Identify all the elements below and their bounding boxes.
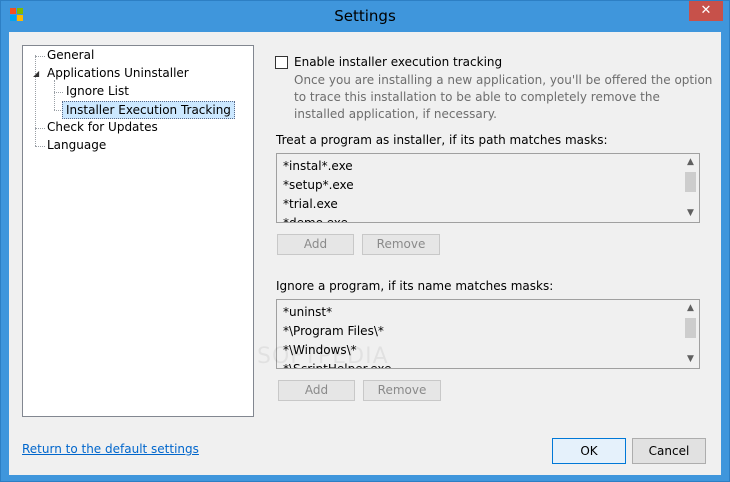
- ignore-masks-label: Ignore a program, if its name matches ma…: [276, 279, 554, 293]
- tree-line: [54, 80, 55, 110]
- ok-button[interactable]: OK: [552, 438, 626, 464]
- softpedia-watermark: SOFTPEDIA: [257, 344, 389, 369]
- list-item[interactable]: *instal*.exe: [283, 157, 354, 176]
- installer-masks-label: Treat a program as installer, if its pat…: [276, 133, 608, 147]
- settings-tree[interactable]: ◢ General Applications Uninstaller Ignor…: [22, 45, 254, 417]
- tree-item-general[interactable]: General: [44, 47, 97, 65]
- enable-tracking-label[interactable]: Enable installer execution tracking: [294, 55, 502, 69]
- tree-item-check-for-updates[interactable]: Check for Updates: [44, 119, 161, 137]
- list-item[interactable]: *uninst*: [283, 303, 392, 322]
- reset-defaults-link[interactable]: Return to the default settings: [22, 442, 199, 456]
- tree-line: [54, 92, 63, 93]
- dialog-client-area: ◢ General Applications Uninstaller Ignor…: [9, 32, 721, 475]
- tree-item-language[interactable]: Language: [44, 137, 109, 155]
- title-bar[interactable]: Settings ✕: [1, 1, 729, 32]
- settings-window: Settings ✕ ◢ General Applications Uninst…: [0, 0, 730, 482]
- window-title: Settings: [334, 7, 396, 25]
- list-item[interactable]: *demo.exe: [283, 214, 354, 222]
- enable-tracking-checkbox[interactable]: [275, 56, 288, 69]
- tree-expander-icon[interactable]: ◢: [33, 69, 39, 78]
- tracking-description: Once you are installing a new applicatio…: [294, 73, 713, 121]
- ignore-masks-scrollbar[interactable]: ▲ ▼: [682, 300, 699, 368]
- tree-item-ignore-list[interactable]: Ignore List: [63, 83, 132, 101]
- scroll-down-icon[interactable]: ▼: [682, 351, 699, 368]
- close-button[interactable]: ✕: [689, 1, 723, 21]
- installer-masks-list[interactable]: *instal*.exe *setup*.exe *trial.exe *dem…: [276, 153, 700, 223]
- tree-item-applications-uninstaller[interactable]: Applications Uninstaller: [44, 65, 192, 83]
- scroll-thumb[interactable]: [685, 318, 696, 338]
- list-item[interactable]: *setup*.exe: [283, 176, 354, 195]
- tree-item-installer-execution-tracking[interactable]: Installer Execution Tracking: [62, 101, 235, 119]
- ignore-remove-button[interactable]: Remove: [363, 380, 441, 401]
- ignore-add-button[interactable]: Add: [278, 380, 355, 401]
- installer-add-button[interactable]: Add: [277, 234, 354, 255]
- scroll-up-icon[interactable]: ▲: [682, 300, 699, 317]
- scroll-down-icon[interactable]: ▼: [682, 205, 699, 222]
- list-item[interactable]: *\Program Files\*: [283, 322, 392, 341]
- close-icon: ✕: [700, 3, 712, 18]
- scroll-thumb[interactable]: [685, 172, 696, 192]
- list-item[interactable]: *trial.exe: [283, 195, 354, 214]
- installer-masks-scrollbar[interactable]: ▲ ▼: [682, 154, 699, 222]
- scroll-up-icon[interactable]: ▲: [682, 154, 699, 171]
- installer-remove-button[interactable]: Remove: [362, 234, 440, 255]
- cancel-button[interactable]: Cancel: [632, 438, 706, 464]
